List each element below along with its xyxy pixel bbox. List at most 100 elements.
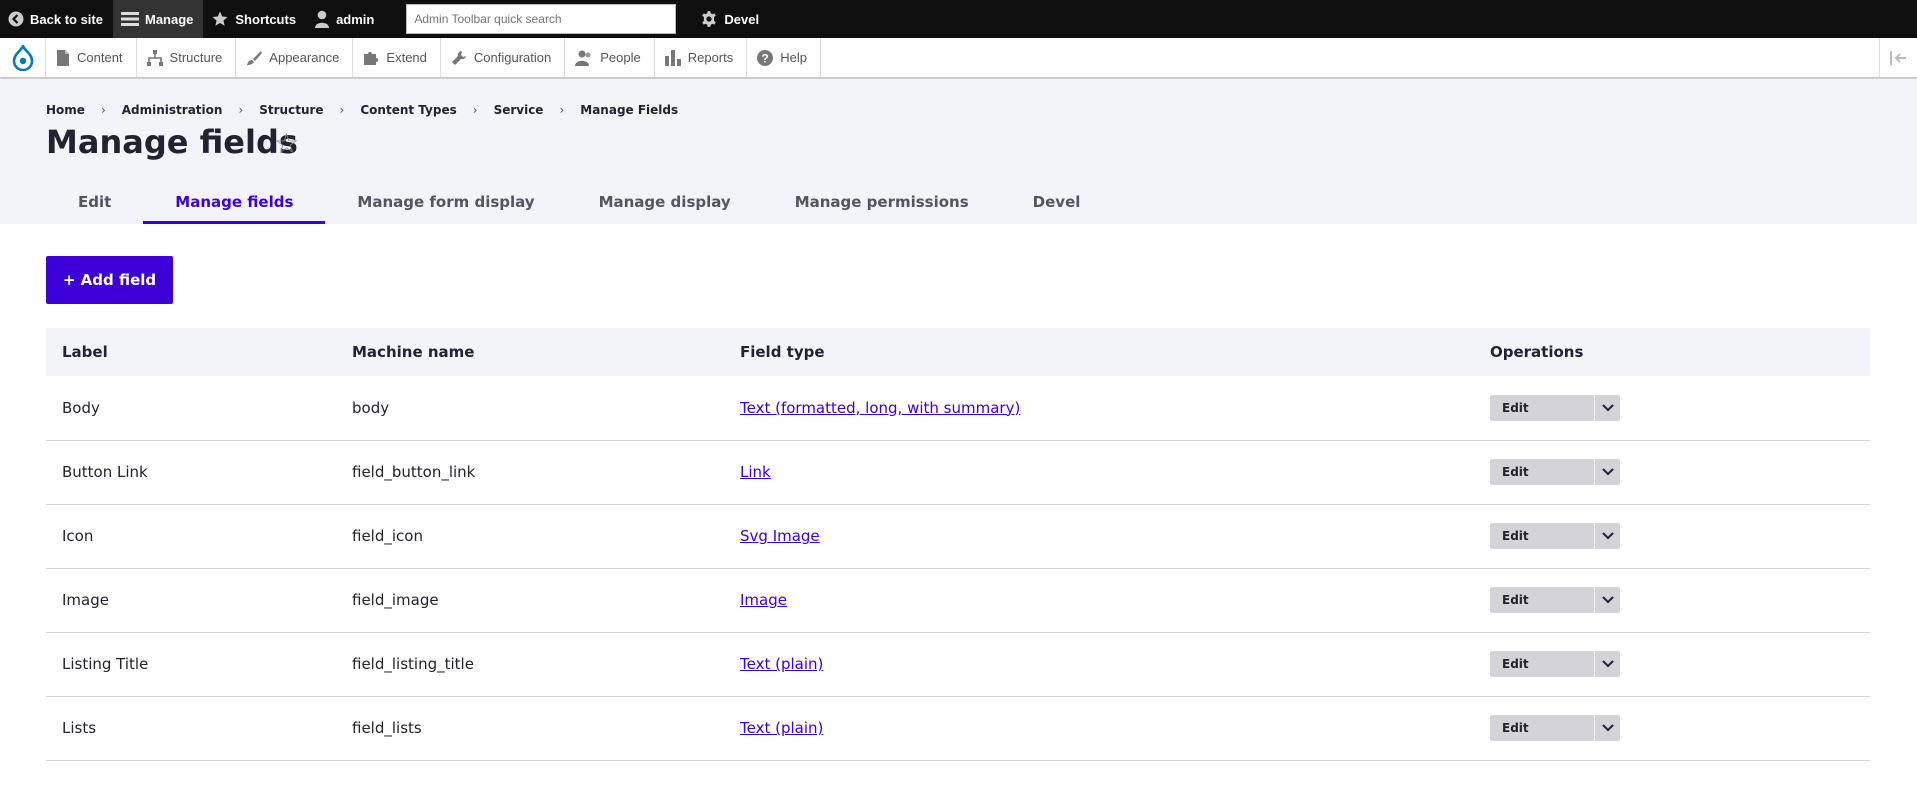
help-icon: ? (757, 49, 774, 66)
devel-toggle[interactable]: Devel (692, 0, 769, 38)
fields-table: Label Machine name Field type Operations… (46, 328, 1870, 761)
file-icon (57, 49, 69, 66)
tray-item-label: Reports (687, 50, 734, 65)
breadcrumb-link-administration[interactable]: Administration (122, 103, 223, 117)
breadcrumb-link-service[interactable]: Service (494, 103, 544, 117)
edit-button[interactable]: Edit (1490, 587, 1594, 613)
admin-toolbar-search-input[interactable] (406, 4, 677, 34)
tray-item-label: Help (780, 50, 807, 65)
tab-manage-permissions[interactable]: Manage permissions (763, 179, 1001, 224)
puzzle-icon (364, 51, 379, 65)
hamburger-icon (120, 12, 139, 26)
tab-manage-display[interactable]: Manage display (567, 179, 763, 224)
dropbutton-toggle[interactable] (1594, 587, 1620, 613)
field-type-link[interactable]: Svg Image (740, 527, 820, 545)
page-title: Manage fields (46, 123, 298, 161)
primary-tabs: Edit Manage fields Manage form display M… (46, 179, 1112, 224)
field-type-cell: Text (formatted, long, with summary) (724, 376, 1474, 441)
table-header-row: Label Machine name Field type Operations (46, 328, 1870, 376)
breadcrumb-link-content-types[interactable]: Content Types (360, 103, 456, 117)
chevron-down-icon (1601, 532, 1614, 540)
breadcrumb-separator: › (559, 103, 565, 117)
field-type-link[interactable]: Image (740, 591, 787, 609)
svg-text:?: ? (762, 51, 769, 65)
breadcrumb-link-manage-fields[interactable]: Manage Fields (580, 103, 678, 117)
field-type-link[interactable]: Link (740, 463, 771, 481)
operations-cell: Edit (1474, 632, 1870, 697)
add-to-shortcuts-star-icon[interactable]: ☆ (274, 127, 299, 160)
field-type-link[interactable]: Text (plain) (740, 655, 823, 673)
dropbutton-toggle[interactable] (1594, 715, 1620, 741)
field-type-link[interactable]: Text (formatted, long, with summary) (740, 399, 1020, 417)
add-field-button[interactable]: + Add field (46, 256, 173, 304)
operations-dropbutton: Edit (1490, 459, 1870, 485)
chevron-down-icon (1601, 468, 1614, 476)
tray-item-label: Extend (386, 50, 427, 65)
field-type-cell: Link (724, 440, 1474, 505)
back-arrow-icon (8, 11, 24, 27)
star-icon (212, 11, 228, 26)
breadcrumb-separator: › (339, 103, 345, 117)
dropbutton-toggle[interactable] (1594, 523, 1620, 549)
tab-devel[interactable]: Devel (1001, 179, 1113, 224)
breadcrumb-separator: › (238, 103, 244, 117)
tab-edit[interactable]: Edit (46, 179, 143, 224)
dropbutton-toggle[interactable] (1594, 394, 1620, 421)
manage-toggle[interactable]: Manage (112, 0, 204, 38)
edit-button[interactable]: Edit (1490, 523, 1594, 549)
tray-item-people[interactable]: People (565, 38, 655, 77)
structure-icon (146, 49, 163, 66)
field-machine-name: body (336, 376, 724, 441)
edit-button[interactable]: Edit (1490, 459, 1594, 485)
operations-cell: Edit (1474, 696, 1870, 761)
field-label: Body (46, 376, 336, 441)
field-machine-name: field_image (336, 568, 724, 633)
tray-item-structure[interactable]: Structure (137, 38, 237, 77)
tab-manage-fields[interactable]: Manage fields (143, 179, 326, 224)
dropbutton-toggle[interactable] (1594, 459, 1620, 485)
field-type-cell: Image (724, 568, 1474, 633)
chevron-down-icon (1601, 724, 1614, 732)
drupal-logo-link[interactable] (0, 38, 46, 77)
field-label: Button Link (46, 440, 336, 505)
people-icon (575, 50, 591, 66)
breadcrumb-link-structure[interactable]: Structure (259, 103, 323, 117)
edit-button[interactable]: Edit (1490, 651, 1594, 677)
tray-item-appearance[interactable]: Appearance (236, 38, 354, 77)
dropbutton-toggle[interactable] (1594, 651, 1620, 677)
user-toggle[interactable]: admin (306, 0, 384, 38)
devel-label: Devel (724, 11, 760, 27)
edit-button[interactable]: Edit (1490, 715, 1594, 741)
field-type-link[interactable]: Text (plain) (740, 719, 823, 737)
tray-item-label: Configuration (473, 50, 552, 65)
operations-cell: Edit (1474, 376, 1870, 441)
column-header-field-type: Field type (724, 328, 1474, 376)
shortcuts-toggle[interactable]: Shortcuts (203, 0, 306, 38)
operations-dropbutton: Edit (1490, 651, 1870, 677)
page-header: Home › Administration › Structure › Cont… (0, 79, 1917, 224)
breadcrumb-separator: › (100, 103, 106, 117)
back-to-site-link[interactable]: Back to site (0, 0, 113, 38)
tray-item-configuration[interactable]: Configuration (441, 38, 566, 77)
tray-item-extend[interactable]: Extend (353, 38, 441, 77)
tray-item-help[interactable]: ? Help (747, 38, 821, 77)
tray-item-reports[interactable]: Reports (655, 38, 748, 77)
gear-icon (702, 11, 717, 27)
breadcrumb-link-home[interactable]: Home (46, 103, 85, 117)
table-row: Listing Title field_listing_title Text (… (46, 632, 1870, 697)
column-header-operations: Operations (1474, 328, 1870, 376)
operations-cell: Edit (1474, 440, 1870, 505)
tab-manage-form-display[interactable]: Manage form display (325, 179, 566, 224)
chevron-down-icon (1601, 660, 1614, 668)
tray-item-content[interactable]: Content (46, 38, 137, 77)
operations-cell: Edit (1474, 568, 1870, 633)
collapse-left-icon (1889, 50, 1906, 65)
operations-dropbutton: Edit (1490, 523, 1870, 549)
table-row: Icon field_icon Svg Image Edit (46, 504, 1870, 569)
field-label: Listing Title (46, 632, 336, 697)
wrench-icon (451, 50, 466, 65)
tray-item-label: People (600, 50, 641, 65)
field-machine-name: field_icon (336, 504, 724, 569)
edit-button[interactable]: Edit (1490, 394, 1594, 421)
tray-orientation-toggle[interactable] (1879, 38, 1917, 77)
